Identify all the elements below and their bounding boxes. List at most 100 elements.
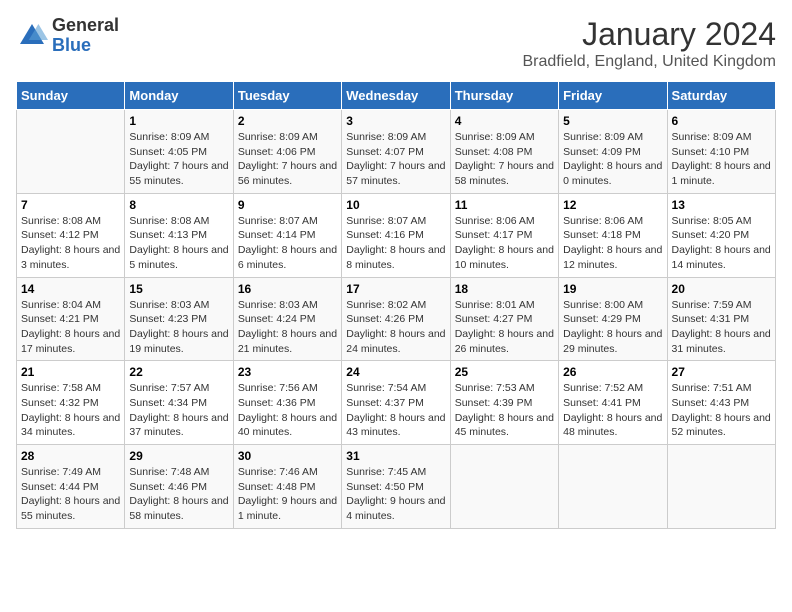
day-info: Sunrise: 8:09 AMSunset: 4:05 PMDaylight:…	[129, 130, 228, 189]
day-info: Sunrise: 7:45 AMSunset: 4:50 PMDaylight:…	[346, 465, 445, 524]
calendar-cell: 5 Sunrise: 8:09 AMSunset: 4:09 PMDaylight…	[559, 110, 667, 194]
day-info: Sunrise: 8:06 AMSunset: 4:18 PMDaylight:…	[563, 214, 662, 273]
calendar-cell: 13 Sunrise: 8:05 AMSunset: 4:20 PMDayligh…	[667, 193, 775, 277]
day-number: 26	[563, 365, 662, 379]
day-info: Sunrise: 8:07 AMSunset: 4:16 PMDaylight:…	[346, 214, 445, 273]
day-number: 5	[563, 114, 662, 128]
day-number: 24	[346, 365, 445, 379]
day-number: 31	[346, 449, 445, 463]
day-info: Sunrise: 8:09 AMSunset: 4:06 PMDaylight:…	[238, 130, 337, 189]
calendar-cell: 16Sunrise: 8:03 AMSunset: 4:24 PMDayligh…	[233, 277, 341, 361]
header-cell-sunday: Sunday	[17, 82, 125, 110]
calendar-cell: 8Sunrise: 8:08 AMSunset: 4:13 PMDaylight…	[125, 193, 233, 277]
day-info: Sunrise: 8:09 AMSunset: 4:08 PMDaylight:…	[455, 130, 554, 189]
day-number: 29	[129, 449, 228, 463]
calendar-cell: 21Sunrise: 7:58 AMSunset: 4:32 PMDayligh…	[17, 361, 125, 445]
day-number: 1	[129, 114, 228, 128]
calendar-table: SundayMondayTuesdayWednesdayThursdayFrid…	[16, 81, 776, 529]
week-row-5: 28Sunrise: 7:49 AMSunset: 4:44 PMDayligh…	[17, 445, 776, 529]
day-info: Sunrise: 8:03 AMSunset: 4:24 PMDaylight:…	[238, 298, 337, 357]
calendar-cell	[667, 445, 775, 529]
calendar-cell: 4 Sunrise: 8:09 AMSunset: 4:08 PMDaylight…	[450, 110, 558, 194]
title-area: January 2024 Bradfield, England, United …	[523, 16, 777, 71]
day-number: 6	[672, 114, 771, 128]
day-info: Sunrise: 7:56 AMSunset: 4:36 PMDaylight:…	[238, 381, 337, 440]
day-number: 30	[238, 449, 337, 463]
day-number: 4	[455, 114, 554, 128]
header-cell-wednesday: Wednesday	[342, 82, 450, 110]
week-row-3: 14 Sunrise: 8:04 AMSunset: 4:21 PMDayligh…	[17, 277, 776, 361]
header-cell-thursday: Thursday	[450, 82, 558, 110]
header-row: SundayMondayTuesdayWednesdayThursdayFrid…	[17, 82, 776, 110]
day-number: 19	[563, 282, 662, 296]
calendar-cell: 25 Sunrise: 7:53 AMSunset: 4:39 PMDayligh…	[450, 361, 558, 445]
calendar-cell: 31 Sunrise: 7:45 AMSunset: 4:50 PMDayligh…	[342, 445, 450, 529]
calendar-cell	[17, 110, 125, 194]
day-number: 27	[672, 365, 771, 379]
day-number: 10	[346, 198, 445, 212]
day-info: Sunrise: 8:06 AMSunset: 4:17 PMDaylight:…	[455, 214, 554, 273]
day-info: Sunrise: 8:08 AMSunset: 4:12 PMDaylight:…	[21, 214, 120, 273]
header-cell-tuesday: Tuesday	[233, 82, 341, 110]
location-title: Bradfield, England, United Kingdom	[523, 53, 777, 71]
day-info: Sunrise: 8:08 AMSunset: 4:13 PMDaylight:…	[129, 214, 228, 273]
day-info: Sunrise: 7:58 AMSunset: 4:32 PMDaylight:…	[21, 381, 120, 440]
day-number: 17	[346, 282, 445, 296]
day-number: 3	[346, 114, 445, 128]
day-info: Sunrise: 7:54 AMSunset: 4:37 PMDaylight:…	[346, 381, 445, 440]
day-number: 7	[21, 198, 120, 212]
day-number: 22	[129, 365, 228, 379]
day-number: 25	[455, 365, 554, 379]
calendar-cell: 10 Sunrise: 8:07 AMSunset: 4:16 PMDayligh…	[342, 193, 450, 277]
day-number: 11	[455, 198, 554, 212]
day-number: 20	[672, 282, 771, 296]
calendar-cell: 11 Sunrise: 8:06 AMSunset: 4:17 PMDayligh…	[450, 193, 558, 277]
day-number: 12	[563, 198, 662, 212]
calendar-cell: 7 Sunrise: 8:08 AMSunset: 4:12 PMDaylight…	[17, 193, 125, 277]
day-info: Sunrise: 8:09 AMSunset: 4:10 PMDaylight:…	[672, 130, 771, 189]
calendar-cell: 15 Sunrise: 8:03 AMSunset: 4:23 PMDayligh…	[125, 277, 233, 361]
day-info: Sunrise: 8:02 AMSunset: 4:26 PMDaylight:…	[346, 298, 445, 357]
day-info: Sunrise: 8:04 AMSunset: 4:21 PMDaylight:…	[21, 298, 120, 357]
day-info: Sunrise: 7:51 AMSunset: 4:43 PMDaylight:…	[672, 381, 771, 440]
calendar-cell: 18Sunrise: 8:01 AMSunset: 4:27 PMDayligh…	[450, 277, 558, 361]
day-info: Sunrise: 8:05 AMSunset: 4:20 PMDaylight:…	[672, 214, 771, 273]
logo-icon	[16, 20, 48, 52]
day-number: 15	[129, 282, 228, 296]
calendar-cell: 26Sunrise: 7:52 AMSunset: 4:41 PMDayligh…	[559, 361, 667, 445]
day-info: Sunrise: 8:03 AMSunset: 4:23 PMDaylight:…	[129, 298, 228, 357]
calendar-cell: 9Sunrise: 8:07 AMSunset: 4:14 PMDaylight…	[233, 193, 341, 277]
calendar-cell: 2Sunrise: 8:09 AMSunset: 4:06 PMDaylight…	[233, 110, 341, 194]
day-info: Sunrise: 8:09 AMSunset: 4:09 PMDaylight:…	[563, 130, 662, 189]
calendar-cell: 23 Sunrise: 7:56 AMSunset: 4:36 PMDayligh…	[233, 361, 341, 445]
logo-text: General Blue	[52, 16, 119, 56]
calendar-cell: 6 Sunrise: 8:09 AMSunset: 4:10 PMDaylight…	[667, 110, 775, 194]
calendar-cell: 17 Sunrise: 8:02 AMSunset: 4:26 PMDayligh…	[342, 277, 450, 361]
week-row-4: 21Sunrise: 7:58 AMSunset: 4:32 PMDayligh…	[17, 361, 776, 445]
day-info: Sunrise: 7:48 AMSunset: 4:46 PMDaylight:…	[129, 465, 228, 524]
calendar-cell: 1 Sunrise: 8:09 AMSunset: 4:05 PMDaylight…	[125, 110, 233, 194]
month-title: January 2024	[523, 16, 777, 53]
day-number: 28	[21, 449, 120, 463]
calendar-cell: 20 Sunrise: 7:59 AMSunset: 4:31 PMDayligh…	[667, 277, 775, 361]
day-number: 18	[455, 282, 554, 296]
calendar-cell: 30 Sunrise: 7:46 AMSunset: 4:48 PMDayligh…	[233, 445, 341, 529]
header-cell-saturday: Saturday	[667, 82, 775, 110]
calendar-cell	[450, 445, 558, 529]
day-number: 23	[238, 365, 337, 379]
day-number: 13	[672, 198, 771, 212]
calendar-cell	[559, 445, 667, 529]
calendar-cell: 28Sunrise: 7:49 AMSunset: 4:44 PMDayligh…	[17, 445, 125, 529]
calendar-cell: 24 Sunrise: 7:54 AMSunset: 4:37 PMDayligh…	[342, 361, 450, 445]
logo: General Blue	[16, 16, 119, 56]
logo-general-label: General	[52, 16, 119, 36]
day-info: Sunrise: 8:00 AMSunset: 4:29 PMDaylight:…	[563, 298, 662, 357]
day-number: 14	[21, 282, 120, 296]
day-info: Sunrise: 7:53 AMSunset: 4:39 PMDaylight:…	[455, 381, 554, 440]
day-info: Sunrise: 7:46 AMSunset: 4:48 PMDaylight:…	[238, 465, 337, 524]
header-cell-friday: Friday	[559, 82, 667, 110]
week-row-1: 1 Sunrise: 8:09 AMSunset: 4:05 PMDaylight…	[17, 110, 776, 194]
day-info: Sunrise: 8:07 AMSunset: 4:14 PMDaylight:…	[238, 214, 337, 273]
day-info: Sunrise: 7:59 AMSunset: 4:31 PMDaylight:…	[672, 298, 771, 357]
calendar-cell: 14 Sunrise: 8:04 AMSunset: 4:21 PMDayligh…	[17, 277, 125, 361]
